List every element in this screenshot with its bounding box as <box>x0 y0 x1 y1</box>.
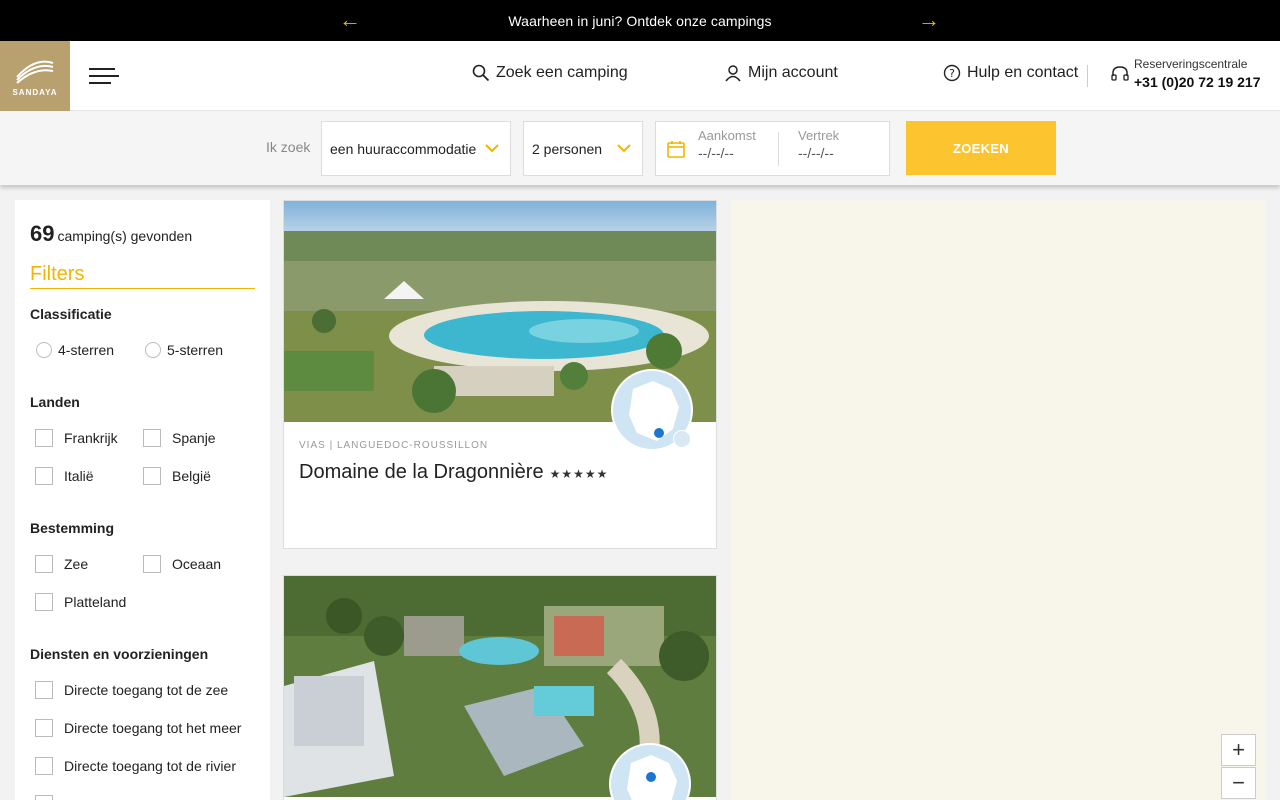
camping-location: VIAS | LANGUEDOC-ROUSSILLON <box>299 440 489 451</box>
results-count: 69 camping(s) gevonden <box>30 221 192 247</box>
filter-option-label: 5-sterren <box>167 342 224 358</box>
reservation-phone[interactable]: +31 (0)20 72 19 217 <box>1134 72 1261 92</box>
nav-help-label: Hulp en contact <box>967 64 1079 81</box>
filter-option-label: Italië <box>64 468 94 484</box>
filter-option-label: Directe toegang tot de zee <box>64 682 229 698</box>
date-picker[interactable]: Aankomst --/--/-- Vertrek --/--/-- <box>655 121 890 176</box>
checkbox[interactable] <box>35 467 53 485</box>
user-icon <box>723 63 743 83</box>
arrow-left-icon[interactable]: ← <box>338 8 362 32</box>
menu-icon[interactable] <box>89 68 119 86</box>
reservation-center[interactable]: Reserveringscentrale +31 (0)20 72 19 217 <box>1110 56 1261 92</box>
persons-value: 2 personen <box>532 140 603 157</box>
filter-option-label: Directe toegang tot de rivier <box>64 758 236 774</box>
star-rating-icon: ★★★★★ <box>549 467 609 481</box>
filter-river-access[interactable]: Directe toegang tot de rivier <box>35 757 236 775</box>
checkbox[interactable] <box>143 467 161 485</box>
checkbox[interactable] <box>143 555 161 573</box>
reservation-label: Reserveringscentrale <box>1134 57 1248 71</box>
filter-panel: 69 camping(s) gevonden Filters Classifica… <box>15 200 270 800</box>
results-count-label: camping(s) gevonden <box>57 228 193 244</box>
persons-select[interactable]: 2 personen <box>523 121 643 176</box>
filter-belgium[interactable]: België <box>143 467 211 485</box>
camping-card[interactable]: VIAS | LANGUEDOC-ROUSSILLON Domaine de l… <box>283 200 717 549</box>
filter-heading-countries: Landen <box>30 394 80 410</box>
checkbox[interactable] <box>35 719 53 737</box>
results-count-number: 69 <box>30 221 55 246</box>
header-divider <box>1087 65 1088 87</box>
filter-sea[interactable]: Zee <box>35 555 88 573</box>
checkbox[interactable] <box>143 429 161 447</box>
filter-ocean[interactable]: Oceaan <box>143 555 221 573</box>
accommodation-type-value: een huuraccommodatie <box>330 140 477 157</box>
wave-logo-icon <box>16 60 54 84</box>
filter-heading-classification: Classificatie <box>30 306 112 322</box>
map-area[interactable] <box>731 200 1266 800</box>
svg-text:?: ? <box>949 67 955 80</box>
nav-account[interactable]: Mijn account <box>723 63 838 83</box>
filter-option-label: Oceaan <box>172 556 222 572</box>
search-label: Ik zoek <box>266 139 311 155</box>
search-button[interactable]: ZOEKEN <box>906 121 1056 175</box>
filter-heading-services: Diensten en voorzieningen <box>30 646 209 662</box>
logo-text: SANDAYA <box>12 88 58 97</box>
header: SANDAYA Zoek een camping Mijn account ? … <box>0 41 1280 111</box>
help-icon: ? <box>942 63 962 83</box>
checkbox[interactable] <box>35 757 53 775</box>
arrival-field[interactable]: Aankomst --/--/-- <box>698 128 756 161</box>
arrow-right-icon[interactable]: → <box>917 8 941 32</box>
filter-spain[interactable]: Spanje <box>143 429 216 447</box>
promo-bar: ← Waarheen in juni? Ontdek onze campings… <box>0 0 1280 41</box>
filter-more[interactable] <box>35 795 64 800</box>
filter-option-label: 4-sterren <box>58 342 115 358</box>
zoom-in-button[interactable]: + <box>1221 734 1256 766</box>
filter-italy[interactable]: Italië <box>35 467 94 485</box>
filter-5-stars[interactable]: 5-sterren <box>145 342 223 358</box>
checkbox[interactable] <box>35 681 53 699</box>
checkbox[interactable] <box>35 795 53 800</box>
chevron-down-icon <box>485 144 499 153</box>
headset-icon <box>1110 64 1130 84</box>
filter-4-stars[interactable]: 4-sterren <box>36 342 114 358</box>
filter-france[interactable]: Frankrijk <box>35 429 118 447</box>
calendar-icon <box>667 141 685 158</box>
filter-countryside[interactable]: Platteland <box>35 593 126 611</box>
checkbox[interactable] <box>35 429 53 447</box>
filter-option-label: België <box>172 468 211 484</box>
checkbox[interactable] <box>35 593 53 611</box>
filter-option-label: Zee <box>64 556 89 572</box>
nav-search-camping[interactable]: Zoek een camping <box>471 63 628 83</box>
search-bar: Ik zoek een huuraccommodatie 2 personen … <box>0 111 1280 185</box>
filters-title: Filters <box>30 263 255 289</box>
chevron-down-icon <box>617 144 631 153</box>
arrival-label: Aankomst <box>698 128 756 143</box>
filter-option-label: Platteland <box>64 594 127 610</box>
camping-name-text: Domaine de la Dragonnière <box>299 461 544 483</box>
accommodation-type-select[interactable]: een huuraccommodatie <box>321 121 511 176</box>
search-icon <box>471 63 491 83</box>
camping-name[interactable]: Domaine de la Dragonnière ★★★★★ <box>299 461 608 484</box>
camping-card[interactable] <box>283 575 717 800</box>
radio[interactable] <box>145 342 161 358</box>
checkbox[interactable] <box>35 555 53 573</box>
filter-lake-access[interactable]: Directe toegang tot het meer <box>35 719 241 737</box>
departure-field[interactable]: Vertrek --/--/-- <box>798 128 839 161</box>
mini-map-icon <box>673 430 691 448</box>
filter-option-label: Directe toegang tot het meer <box>64 720 242 736</box>
departure-label: Vertrek <box>798 128 840 143</box>
filter-option-label: Spanje <box>172 430 216 446</box>
promo-text[interactable]: Waarheen in juni? Ontdek onze campings <box>508 13 771 29</box>
nav-search-label: Zoek een camping <box>496 64 628 81</box>
radio[interactable] <box>36 342 52 358</box>
date-divider <box>778 132 779 166</box>
nav-account-label: Mijn account <box>748 64 838 81</box>
departure-value: --/--/-- <box>798 145 834 161</box>
filter-sea-access[interactable]: Directe toegang tot de zee <box>35 681 228 699</box>
nav-help[interactable]: ? Hulp en contact <box>942 63 1078 83</box>
arrival-value: --/--/-- <box>698 145 734 161</box>
logo[interactable]: SANDAYA <box>0 41 70 111</box>
filter-heading-destination: Bestemming <box>30 520 115 536</box>
filter-option-label: Frankrijk <box>64 430 118 446</box>
zoom-out-button[interactable]: − <box>1221 767 1256 799</box>
